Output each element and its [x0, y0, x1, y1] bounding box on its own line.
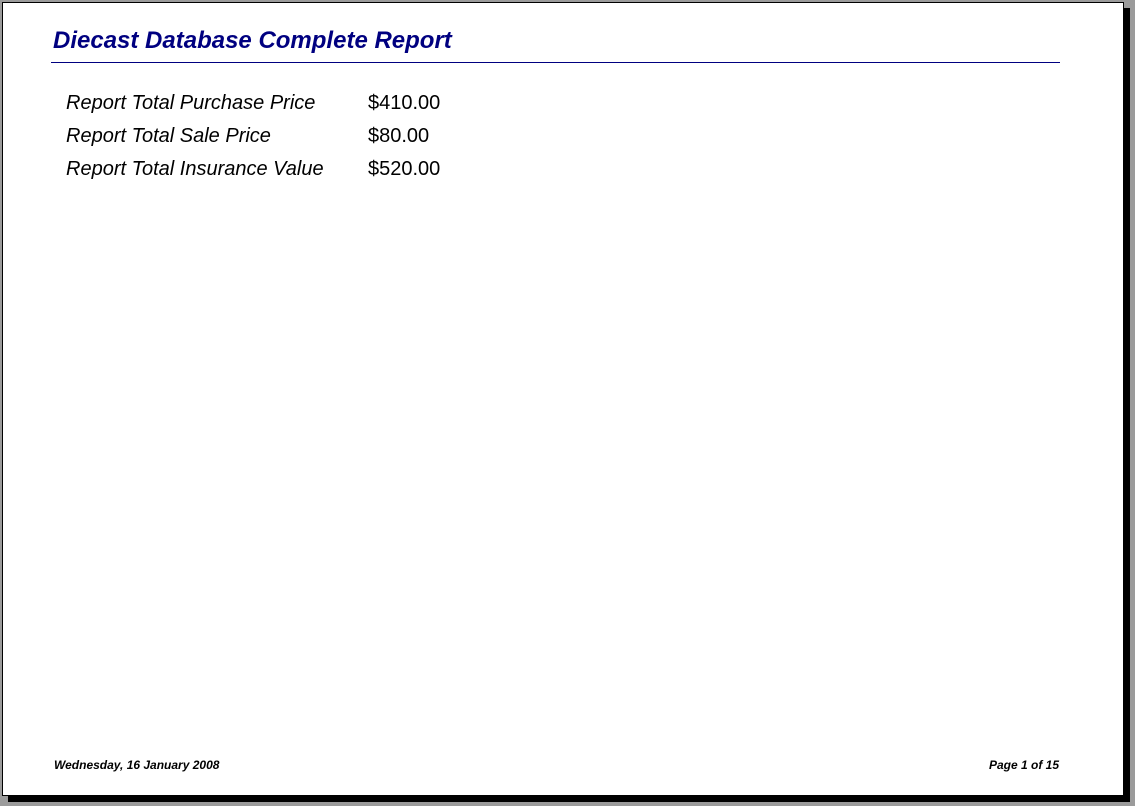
footer-date: Wednesday, 16 January 2008 [54, 758, 220, 772]
total-label: Report Total Purchase Price [66, 92, 316, 114]
report-totals: Report Total Purchase Price $410.00 Repo… [66, 87, 440, 186]
total-value: $520.00 [368, 158, 441, 180]
footer-page-number: Page 1 of 15 [988, 758, 1059, 772]
total-label: Report Total Insurance Value [66, 158, 324, 180]
total-row-insurance-value: Report Total Insurance Value $520.00 [66, 153, 440, 186]
total-value: $80.00 [368, 125, 430, 147]
total-value: $410.00 [368, 92, 441, 114]
report-title: Diecast Database Complete Report [53, 27, 452, 54]
title-divider [51, 62, 1060, 63]
report-page: Diecast Database Complete Report Report … [2, 2, 1124, 796]
total-row-purchase-price: Report Total Purchase Price $410.00 [66, 87, 440, 120]
total-row-sale-price: Report Total Sale Price $80.00 [66, 120, 440, 153]
total-label: Report Total Sale Price [66, 125, 271, 147]
